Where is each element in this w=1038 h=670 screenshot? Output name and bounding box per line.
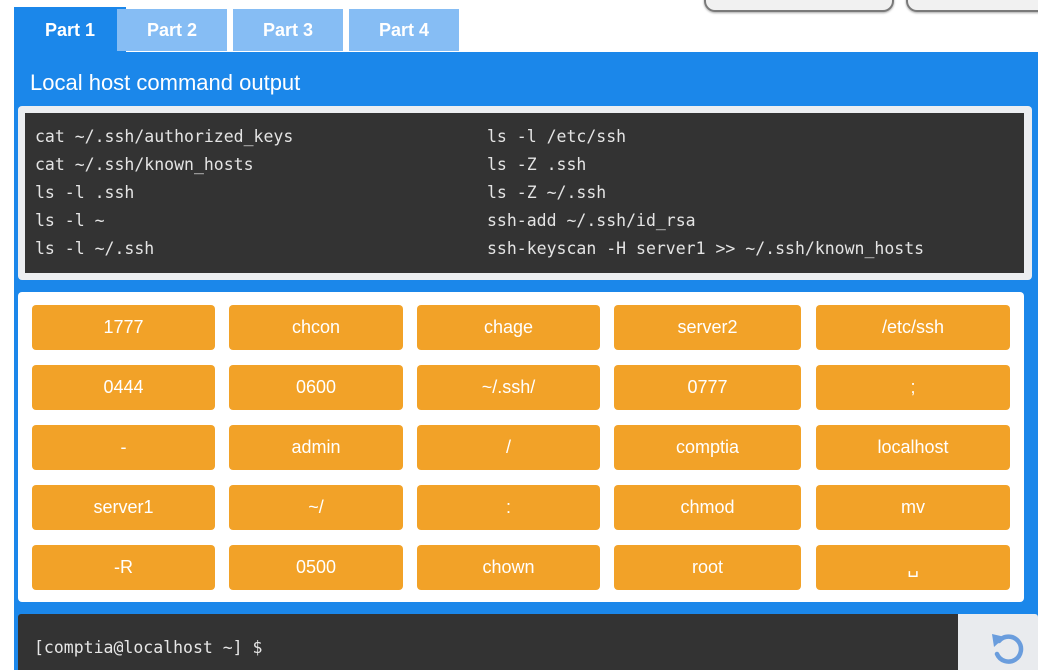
- output-line: ls -l ~/.ssh: [35, 239, 155, 258]
- key-button[interactable]: chcon: [229, 305, 403, 350]
- tab-part-1[interactable]: Part 1: [14, 7, 126, 54]
- key-button[interactable]: 1777: [32, 305, 215, 350]
- output-line: ssh-add ~/.ssh/id_rsa: [487, 211, 696, 230]
- terminal-prompt: [comptia@localhost ~] $: [34, 638, 263, 657]
- output-line: ls -l ~: [35, 211, 105, 230]
- reset-icon[interactable]: [988, 628, 1028, 668]
- key-button[interactable]: server2: [614, 305, 801, 350]
- tab-part-3[interactable]: Part 3: [233, 9, 343, 51]
- key-button[interactable]: server1: [32, 485, 215, 530]
- key-button[interactable]: /: [417, 425, 600, 470]
- key-button[interactable]: 0777: [614, 365, 801, 410]
- command-output: cat ~/.ssh/authorized_keys cat ~/.ssh/kn…: [25, 113, 1024, 273]
- reset-button[interactable]: [958, 614, 1038, 670]
- key-button[interactable]: /etc/ssh: [816, 305, 1010, 350]
- output-column-right: ls -l /etc/ssh ls -Z .ssh ls -Z ~/.ssh s…: [487, 123, 924, 263]
- tab-part-4[interactable]: Part 4: [349, 9, 459, 51]
- output-line: ls -l /etc/ssh: [487, 127, 627, 146]
- command-output-box: cat ~/.ssh/authorized_keys cat ~/.ssh/kn…: [18, 106, 1032, 280]
- output-line: ls -Z ~/.ssh: [487, 183, 607, 202]
- key-button[interactable]: mv: [816, 485, 1010, 530]
- command-keypad: 1777 chcon chage server2 /etc/ssh 0444 0…: [18, 292, 1024, 602]
- key-button[interactable]: chage: [417, 305, 600, 350]
- main-panel: Local host command output cat ~/.ssh/aut…: [14, 52, 1038, 670]
- output-line: cat ~/.ssh/known_hosts: [35, 155, 254, 174]
- key-button[interactable]: chmod: [614, 485, 801, 530]
- key-button[interactable]: chown: [417, 545, 600, 590]
- key-button[interactable]: comptia: [614, 425, 801, 470]
- output-line: ssh-keyscan -H server1 >> ~/.ssh/known_h…: [487, 239, 925, 258]
- key-button[interactable]: -: [32, 425, 215, 470]
- output-column-left: cat ~/.ssh/authorized_keys cat ~/.ssh/kn…: [35, 123, 293, 263]
- output-line: cat ~/.ssh/authorized_keys: [35, 127, 294, 146]
- key-button[interactable]: localhost: [816, 425, 1010, 470]
- key-button[interactable]: admin: [229, 425, 403, 470]
- key-button[interactable]: ~/: [229, 485, 403, 530]
- tab-part-2[interactable]: Part 2: [117, 9, 227, 51]
- header-control-left[interactable]: [704, 0, 894, 12]
- header-control-right[interactable]: [906, 0, 1038, 12]
- key-button[interactable]: ~/.ssh/: [417, 365, 600, 410]
- key-button[interactable]: root: [614, 545, 801, 590]
- key-button[interactable]: ;: [816, 365, 1010, 410]
- key-button[interactable]: 0444: [32, 365, 215, 410]
- output-line: ls -l .ssh: [35, 183, 135, 202]
- panel-title: Local host command output: [30, 70, 301, 95]
- key-button[interactable]: 0600: [229, 365, 403, 410]
- space-key-button[interactable]: ␣: [816, 545, 1010, 590]
- key-button[interactable]: -R: [32, 545, 215, 590]
- key-button[interactable]: 0500: [229, 545, 403, 590]
- terminal-input[interactable]: [comptia@localhost ~] $: [18, 614, 958, 670]
- output-line: ls -Z .ssh: [487, 155, 587, 174]
- key-button[interactable]: :: [417, 485, 600, 530]
